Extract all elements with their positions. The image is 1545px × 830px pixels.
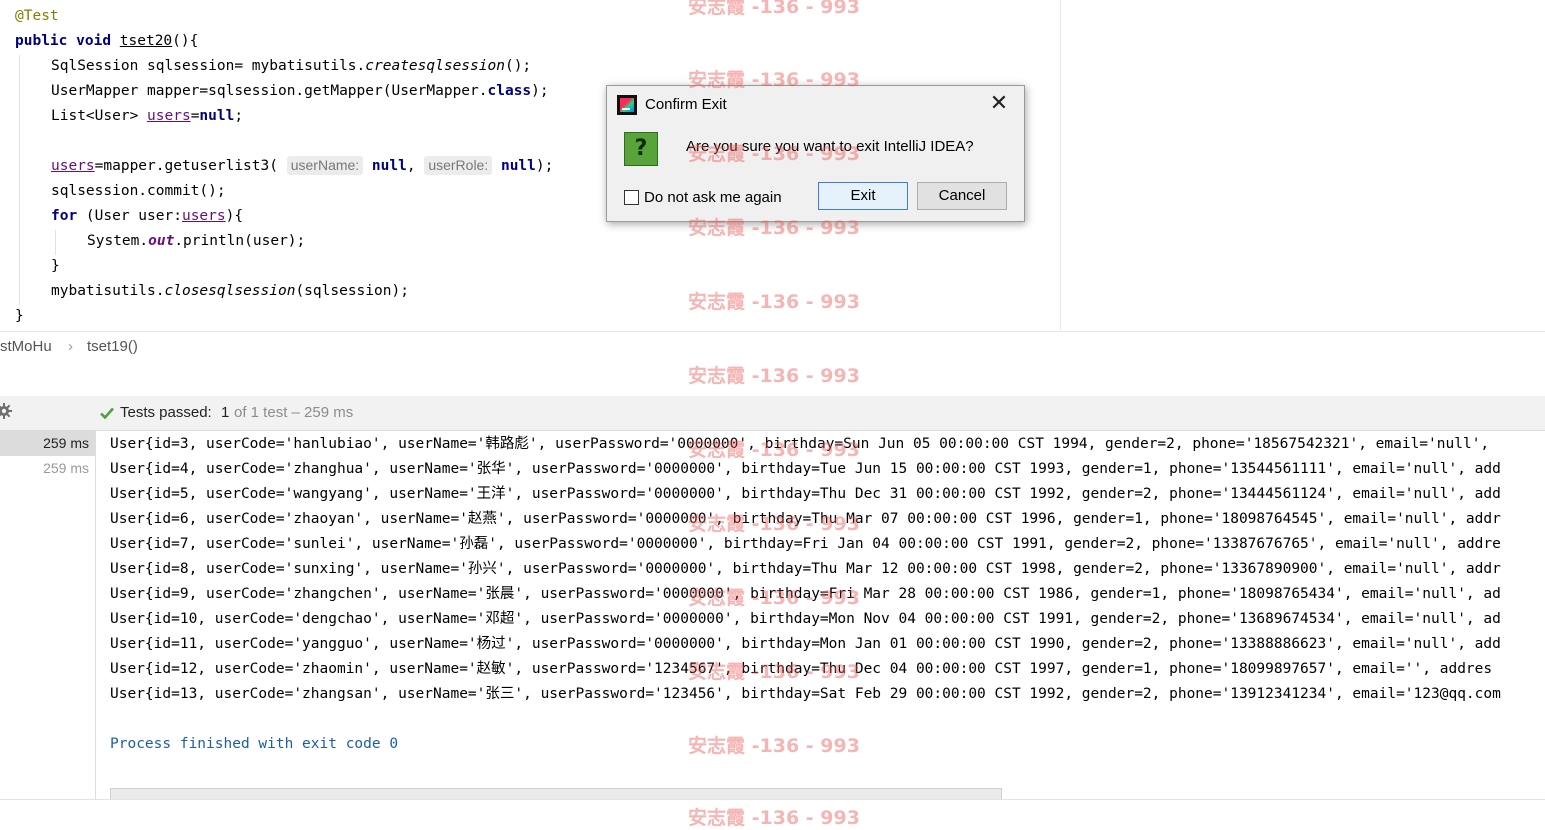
cancel-button[interactable]: Cancel [917,182,1007,210]
test-status-bar: Tests passed: 1 of 1 test – 259 ms [0,396,1545,431]
run-panel-header-gap [0,362,1545,396]
process-finished-line: Process finished with exit code 0 [110,736,399,752]
code-line-3[interactable]: SqlSession sqlsession= mybatisutils.crea… [15,54,531,79]
console-line: User{id=9, userCode='zhangchen', userNam… [110,586,1501,602]
tests-passed-label: Tests passed: [120,404,212,421]
code-line-12[interactable]: mybatisutils.closesqlsession(sqlsession)… [15,279,409,304]
console-line: User{id=11, userCode='yangguo', userName… [110,636,1501,652]
dialog-message: Are you sure you want to exit IntelliJ I… [686,138,974,155]
console-line: User{id=5, userCode='wangyang', userName… [110,486,1501,502]
breadcrumb-class[interactable]: stMoHu [0,338,52,355]
code-line-1[interactable]: @Test [15,4,59,29]
code-line-2[interactable]: public void tset20(){ [15,29,198,54]
code-line-8[interactable]: sqlsession.commit(); [15,179,226,204]
code-line-9[interactable]: for (User user:users){ [15,204,243,229]
bottom-strip [0,799,1545,827]
console-line: User{id=8, userCode='sunxing', userName=… [110,561,1501,577]
breadcrumb-separator: › [68,338,73,355]
editor-right-pane [1061,0,1545,330]
check-icon [99,405,115,421]
console-line: User{id=6, userCode='zhaoyan', userName=… [110,511,1501,527]
console-line: User{id=4, userCode='zhanghua', userName… [110,461,1501,477]
code-line-11[interactable]: } [15,254,60,279]
dialog-title: Confirm Exit [645,96,727,113]
console-line: User{id=13, userCode='zhangsan', userNam… [110,686,1501,702]
close-icon[interactable]: ✕ [988,92,1010,114]
tests-passed-count: 1 [221,404,230,421]
intellij-app-icon [617,95,637,115]
do-not-ask-label[interactable]: Do not ask me again [644,189,782,206]
console-line: User{id=7, userCode='sunlei', userName='… [110,536,1501,552]
test-duration: 259 ms [43,460,89,476]
gear-icon[interactable] [0,402,13,420]
console-output[interactable]: User{id=3, userCode='hanlubiao', userNam… [96,431,1545,799]
console-line: User{id=3, userCode='hanlubiao', userNam… [110,436,1498,452]
code-line-5[interactable]: List<User> users=null; [15,104,243,129]
breadcrumb: stMoHu › tset19() [0,331,1545,363]
question-icon: ? [624,132,658,166]
code-line-4[interactable]: UserMapper mapper=sqlsession.getMapper(U… [15,79,549,104]
parameter-hint-username: userName: [286,156,364,175]
console-line: User{id=12, userCode='zhaomin', userName… [110,661,1493,677]
test-tree[interactable]: 259 ms 259 ms [0,431,96,799]
breadcrumb-method[interactable]: tset19() [87,338,138,355]
confirm-exit-dialog: Confirm Exit ✕ ? Are you sure you want t… [606,85,1025,222]
test-duration: 259 ms [43,435,89,451]
exit-button[interactable]: Exit [818,182,908,210]
tests-total-duration: of 1 test – 259 ms [234,404,354,421]
code-line-13[interactable]: } [15,304,24,329]
code-line-10[interactable]: System.out.println(user); [15,229,305,254]
code-line-7[interactable]: users=mapper.getuserlist3( userName: nul… [15,154,553,179]
do-not-ask-checkbox[interactable] [624,190,639,205]
parameter-hint-userrole: userRole: [424,156,493,175]
console-line: User{id=10, userCode='dengchao', userNam… [110,611,1501,627]
